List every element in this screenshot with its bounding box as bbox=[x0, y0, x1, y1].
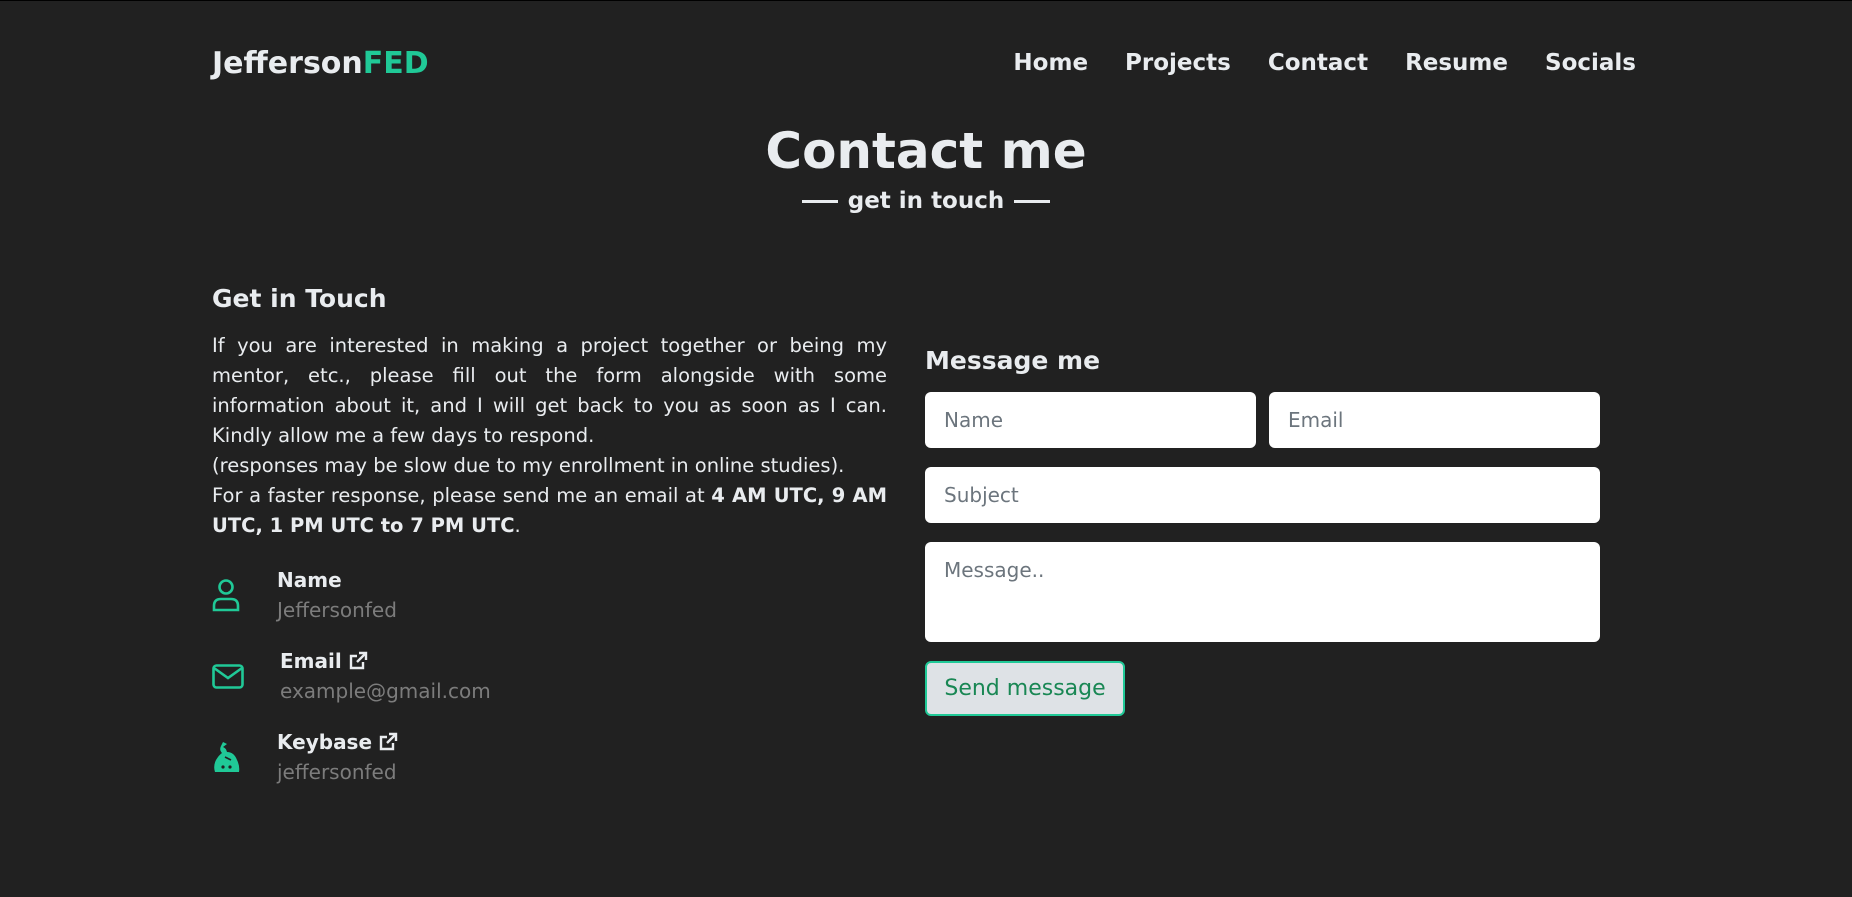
about-text-2: (responses may be slow due to my enrollm… bbox=[212, 454, 845, 477]
info-keybase-label-text: Keybase bbox=[277, 730, 373, 754]
page-subtitle: get in touch bbox=[0, 188, 1852, 214]
main-nav: Home Projects Contact Resume Socials bbox=[1013, 50, 1636, 76]
nav-projects[interactable]: Projects bbox=[1125, 50, 1231, 76]
about-text-3: For a faster response, please send me an… bbox=[212, 484, 712, 507]
nav-contact[interactable]: Contact bbox=[1268, 50, 1368, 76]
info-name: Name Jeffersonfed bbox=[212, 568, 812, 649]
nav-home[interactable]: Home bbox=[1013, 50, 1088, 76]
about-heading: Get in Touch bbox=[212, 284, 387, 313]
form-row-subject: Subject bbox=[925, 467, 1600, 523]
info-keybase-value[interactable]: jeffersonfed bbox=[277, 760, 397, 784]
site-logo[interactable]: JeffersonFED bbox=[212, 46, 429, 81]
name-input[interactable]: Name bbox=[925, 392, 1256, 448]
external-link-icon bbox=[349, 651, 367, 670]
info-email-label-text: Email bbox=[280, 649, 342, 673]
info-keybase-label[interactable]: Keybase bbox=[277, 730, 398, 754]
user-icon bbox=[212, 579, 240, 612]
about-section: Get in Touch If you are interested in ma… bbox=[212, 284, 887, 541]
about-text-end: . bbox=[514, 514, 521, 537]
info-email-label[interactable]: Email bbox=[280, 649, 368, 673]
form-row-top: Name Email bbox=[925, 392, 1600, 448]
info-name-value: Jeffersonfed bbox=[277, 598, 397, 622]
subtitle-text: get in touch bbox=[847, 188, 1005, 214]
keybase-icon bbox=[214, 742, 240, 772]
nav-resume[interactable]: Resume bbox=[1405, 50, 1508, 76]
external-link-icon bbox=[379, 732, 398, 751]
about-text-1: If you are interested in making a projec… bbox=[212, 334, 887, 447]
envelope-icon bbox=[212, 664, 244, 689]
nav-socials[interactable]: Socials bbox=[1545, 50, 1636, 76]
logo-primary: Jefferson bbox=[212, 45, 363, 81]
subtitle-line-left bbox=[801, 199, 838, 203]
contact-info: Name Jeffersonfed Email example@gmail.co… bbox=[212, 568, 812, 811]
message-textarea[interactable]: Message.. bbox=[925, 542, 1600, 642]
info-email: Email example@gmail.com bbox=[212, 649, 812, 730]
about-paragraph: If you are interested in making a projec… bbox=[212, 331, 887, 541]
subtitle-line-right bbox=[1014, 199, 1051, 203]
form-heading: Message me bbox=[925, 346, 1101, 375]
logo-accent: FED bbox=[362, 45, 429, 81]
info-name-label: Name bbox=[277, 568, 342, 592]
site-header: JeffersonFED Home Projects Contact Resum… bbox=[212, 40, 1636, 86]
info-keybase: Keybase jeffersonfed bbox=[212, 730, 812, 811]
info-email-value[interactable]: example@gmail.com bbox=[280, 679, 491, 703]
info-name-label-text: Name bbox=[277, 568, 342, 592]
page-title: Contact me bbox=[765, 122, 1087, 180]
subject-input[interactable]: Subject bbox=[925, 467, 1600, 523]
email-input[interactable]: Email bbox=[1269, 392, 1600, 448]
message-form: Message me Name Email Subject Message.. … bbox=[925, 346, 1600, 716]
top-border bbox=[0, 0, 1852, 1]
send-message-button[interactable]: Send message bbox=[925, 661, 1125, 716]
